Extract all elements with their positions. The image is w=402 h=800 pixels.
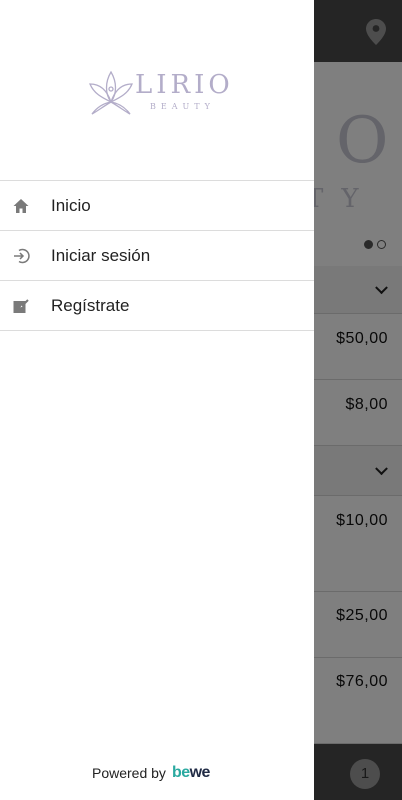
login-icon bbox=[14, 248, 30, 264]
navigation-drawer: LIRIO BEAUTY Inicio Iniciar sesión Regís… bbox=[0, 0, 314, 800]
logo-subtitle: BEAUTY bbox=[150, 102, 215, 111]
home-icon bbox=[13, 199, 29, 213]
menu-item-iniciar-sesion[interactable]: Iniciar sesión bbox=[0, 231, 314, 281]
powered-by: Powered by bewe bbox=[92, 764, 210, 782]
menu-item-registrate[interactable]: Regístrate bbox=[0, 281, 314, 331]
powered-by-label: Powered by bbox=[92, 765, 166, 781]
menu-item-label: Iniciar sesión bbox=[51, 245, 151, 265]
menu-item-label: Inicio bbox=[51, 195, 91, 215]
menu-item-inicio[interactable]: Inicio bbox=[0, 181, 314, 231]
register-icon bbox=[13, 299, 29, 313]
brand-logo: LIRIO BEAUTY bbox=[88, 66, 230, 122]
drawer-menu: Inicio Iniciar sesión Regístrate bbox=[0, 180, 314, 331]
bewe-logo[interactable]: bewe bbox=[172, 764, 211, 782]
menu-item-label: Regístrate bbox=[51, 295, 130, 315]
lotus-icon bbox=[89, 70, 133, 115]
logo-wordmark: LIRIO bbox=[135, 70, 234, 100]
